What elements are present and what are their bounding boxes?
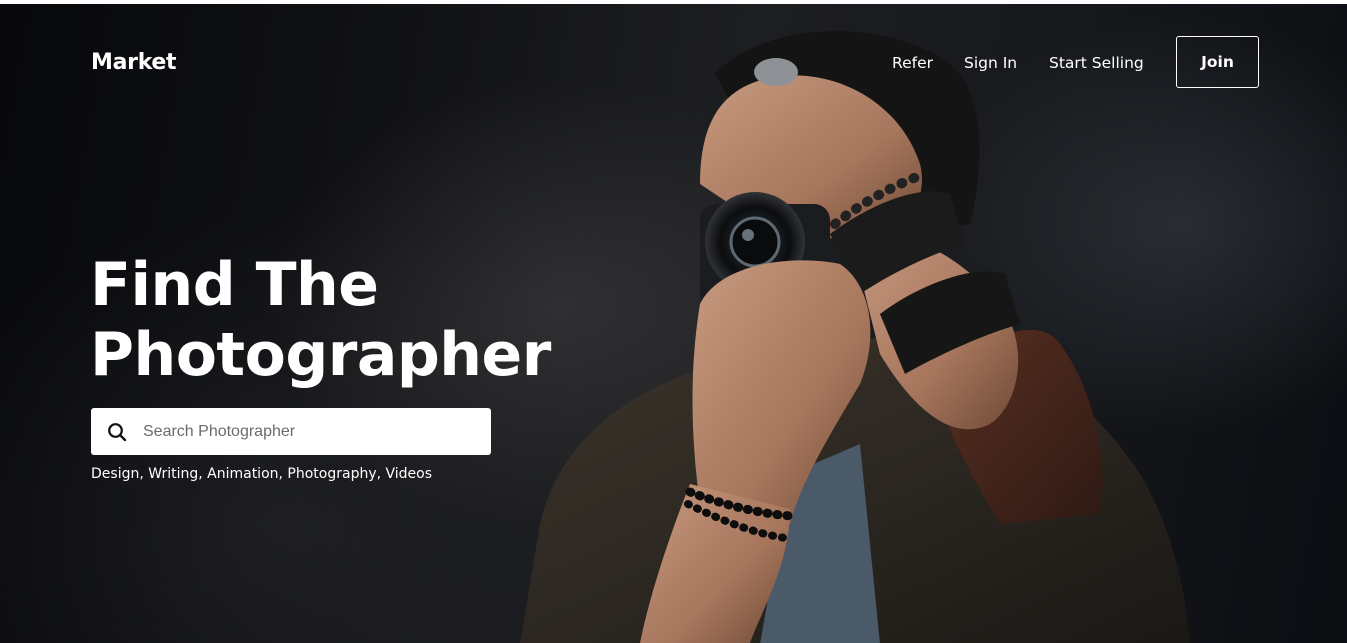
headline-line-1: Find The: [90, 250, 379, 320]
category-list: Design, Writing, Animation, Photography,…: [91, 466, 433, 482]
hero-section: Market Refer Sign In Start Selling Join …: [0, 4, 1347, 643]
brand-logo[interactable]: Market: [91, 50, 177, 75]
search-input[interactable]: [143, 408, 491, 455]
nav-refer-link[interactable]: Refer: [892, 54, 933, 72]
headline-line-2: Photographer: [90, 320, 551, 390]
nav-sign-in-link[interactable]: Sign In: [964, 54, 1017, 72]
join-button[interactable]: Join: [1176, 36, 1259, 88]
nav-start-selling-link[interactable]: Start Selling: [1049, 54, 1144, 72]
search-icon[interactable]: [91, 408, 143, 455]
page: Market Refer Sign In Start Selling Join …: [0, 0, 1347, 643]
hero-headline: Find The Photographer: [90, 250, 551, 390]
search-box[interactable]: [91, 408, 491, 455]
